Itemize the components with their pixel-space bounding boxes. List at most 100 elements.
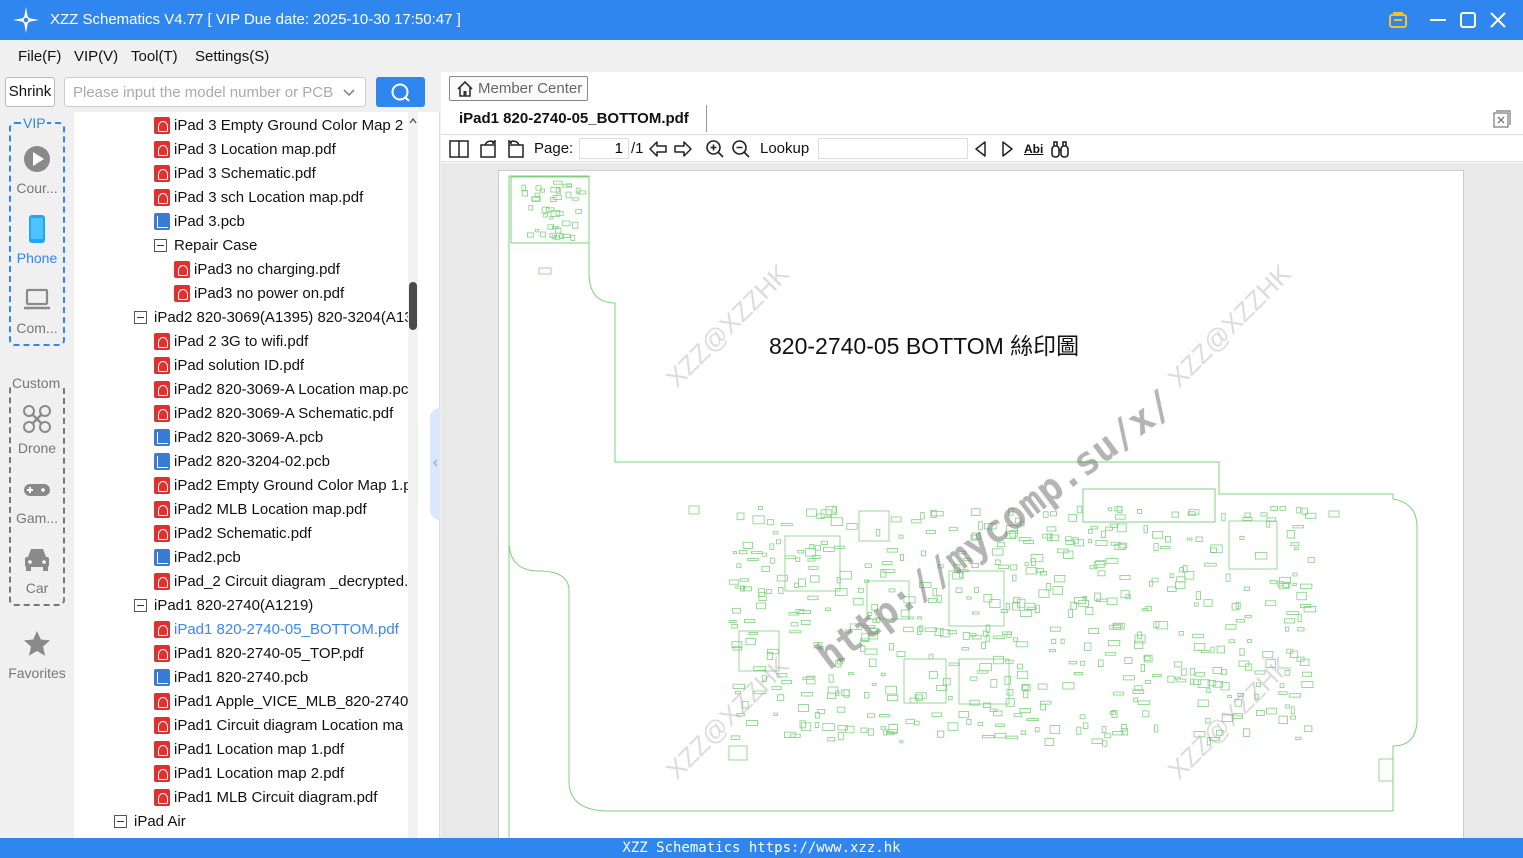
menu-tool[interactable]: Tool(T) bbox=[131, 48, 178, 65]
pcb-component bbox=[1026, 718, 1039, 721]
menu-file[interactable]: File(F) bbox=[18, 48, 61, 65]
next-page-icon[interactable] bbox=[673, 139, 693, 159]
lookup-input[interactable] bbox=[818, 138, 968, 159]
pcb-component bbox=[839, 570, 852, 580]
pcb-component bbox=[1256, 710, 1265, 716]
page-number-input[interactable]: 1 bbox=[579, 138, 629, 159]
pcb-component bbox=[528, 205, 534, 211]
pcb-component bbox=[1074, 671, 1084, 676]
sidebar-item-courses[interactable]: Cour... bbox=[0, 144, 74, 196]
rotate-right-icon[interactable] bbox=[505, 139, 525, 159]
collapse-toggle-icon[interactable] bbox=[154, 239, 167, 252]
pcb-component bbox=[821, 540, 829, 546]
menu-vip[interactable]: VIP(V) bbox=[74, 48, 118, 65]
pcb-component bbox=[1054, 574, 1066, 583]
pcb-component bbox=[1125, 594, 1131, 600]
pcb-component bbox=[888, 724, 898, 733]
pcb-component bbox=[1076, 726, 1082, 735]
minimize-icon[interactable] bbox=[1426, 8, 1450, 32]
close-icon[interactable] bbox=[1486, 8, 1510, 32]
collapse-toggle-icon[interactable] bbox=[114, 815, 127, 828]
pcb-component bbox=[837, 732, 844, 741]
pcb-component bbox=[570, 234, 576, 241]
search-button[interactable] bbox=[376, 77, 425, 107]
pcb-component bbox=[1005, 735, 1018, 740]
pcb-component bbox=[575, 209, 582, 214]
zoom-out-icon[interactable] bbox=[731, 139, 751, 159]
sidebar-item-phone[interactable]: Phone bbox=[0, 214, 74, 266]
pdf-file-icon bbox=[154, 501, 170, 518]
previous-page-icon[interactable] bbox=[648, 139, 668, 159]
pcb-component bbox=[903, 626, 914, 633]
pdf-canvas[interactable]: 820-2740-05 BOTTOM 絲印圖 XZZ@XZZHK XZZ@XZZ… bbox=[441, 163, 1523, 850]
scroll-up-icon[interactable] bbox=[408, 116, 418, 126]
pcb-component bbox=[1108, 507, 1113, 512]
pcb-component bbox=[776, 574, 788, 582]
tree-item-label: iPad_2 Circuit diagram _decrypted. bbox=[174, 573, 409, 590]
find-previous-icon[interactable] bbox=[971, 139, 991, 159]
collapse-panel-handle[interactable] bbox=[430, 408, 440, 520]
collapse-toggle-icon[interactable] bbox=[134, 311, 147, 324]
shrink-button[interactable]: Shrink bbox=[5, 77, 55, 107]
pdf-file-icon bbox=[174, 261, 190, 278]
pcb-component bbox=[1065, 540, 1074, 545]
pcb-component bbox=[1085, 606, 1094, 615]
pcb-component bbox=[826, 514, 831, 518]
pdf-file-icon bbox=[154, 117, 170, 134]
pcb-component bbox=[775, 539, 782, 545]
pcb-component bbox=[948, 662, 961, 666]
collapse-toggle-icon[interactable] bbox=[134, 599, 147, 612]
file-tree: iPad 3 Empty Ground Color Map 2 iPad 3 Lo… bbox=[74, 112, 418, 838]
pcb-component bbox=[1020, 730, 1027, 736]
match-case-icon[interactable]: Abi bbox=[1024, 142, 1043, 156]
pcb-component bbox=[1101, 726, 1107, 733]
pcb-component bbox=[1175, 581, 1186, 590]
pcb-component bbox=[745, 638, 756, 646]
sidebar-item-car[interactable]: Car bbox=[0, 544, 74, 596]
close-tab-icon[interactable] bbox=[1493, 110, 1511, 128]
zoom-in-icon[interactable] bbox=[705, 139, 725, 159]
search-input[interactable]: Please input the model number or PCB bbox=[64, 77, 366, 107]
pcb-component bbox=[1297, 627, 1305, 632]
two-page-view-icon[interactable] bbox=[449, 139, 469, 159]
sidebar-item-favorites[interactable]: Favorites bbox=[0, 629, 74, 681]
pcb-component bbox=[860, 727, 868, 733]
chevron-down-icon[interactable] bbox=[342, 86, 356, 100]
pcb-component bbox=[1097, 570, 1106, 577]
rotate-left-icon[interactable] bbox=[479, 139, 499, 159]
tree-item-label: iPad1 820-2740.pcb bbox=[174, 669, 309, 686]
sidebar-item-computer[interactable]: Com... bbox=[0, 284, 74, 336]
pcb-component bbox=[1176, 678, 1187, 683]
pcb-component bbox=[1206, 688, 1211, 693]
scrollbar-thumb[interactable] bbox=[409, 282, 417, 330]
pcb-component bbox=[928, 653, 934, 660]
pcb-component bbox=[1112, 731, 1124, 736]
panel-splitter[interactable] bbox=[418, 112, 440, 838]
maximize-icon[interactable] bbox=[1456, 8, 1480, 32]
pcb-component bbox=[1285, 626, 1290, 632]
pcb-component bbox=[1195, 591, 1202, 601]
pcb-component bbox=[917, 616, 923, 620]
pcb-component bbox=[1153, 543, 1159, 551]
sidebar-item-drone[interactable]: Drone bbox=[0, 404, 74, 456]
tree-item-label: iPad 3 Empty Ground Color Map 2 bbox=[174, 117, 404, 134]
tab-document[interactable]: iPad1 820-2740-05_BOTTOM.pdf bbox=[449, 105, 707, 132]
pcb-component bbox=[998, 564, 1010, 570]
pcb-component bbox=[728, 745, 748, 761]
sidebar-item-gaming[interactable]: Gam... bbox=[0, 474, 74, 526]
pcb-component bbox=[1068, 609, 1073, 619]
menu-settings[interactable]: Settings(S) bbox=[195, 48, 269, 65]
pcb-component bbox=[1307, 557, 1316, 563]
pcb-component bbox=[846, 523, 858, 530]
member-center-button[interactable]: Member Center bbox=[449, 76, 588, 101]
pdf-file-icon bbox=[154, 693, 170, 710]
pcb-component bbox=[814, 722, 820, 728]
pcb-component bbox=[1269, 580, 1278, 584]
binoculars-icon[interactable] bbox=[1050, 139, 1070, 159]
find-next-icon[interactable] bbox=[997, 139, 1017, 159]
vip-badge-icon[interactable] bbox=[1386, 8, 1410, 32]
pcb-component bbox=[1046, 526, 1057, 532]
watermark-brand: XZZ@XZZHK bbox=[1162, 650, 1297, 785]
tree-scrollbar[interactable] bbox=[408, 112, 418, 838]
pcb-component bbox=[1210, 547, 1217, 553]
